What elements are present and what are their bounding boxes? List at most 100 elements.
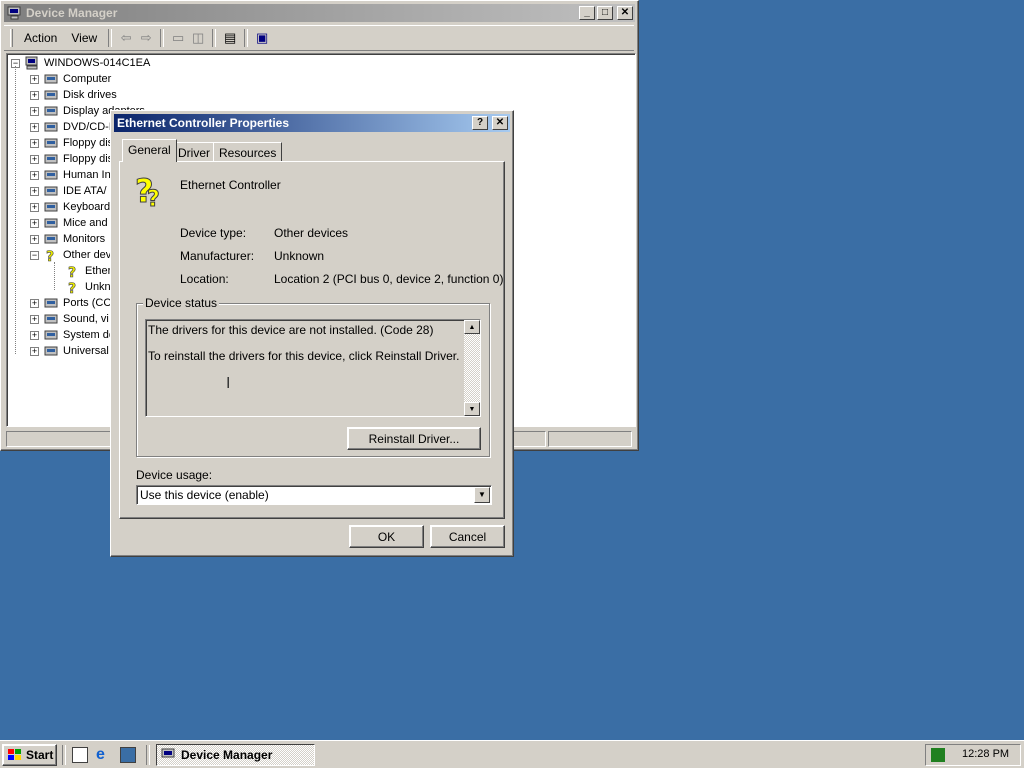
tree-item-label: Ports (CC xyxy=(63,297,112,309)
tree-item[interactable]: + Monitors xyxy=(30,231,105,247)
device-manager-icon xyxy=(161,748,175,758)
mouse-icon xyxy=(44,218,58,228)
device-manager-titlebar[interactable]: Device Manager _ □ ✕ xyxy=(4,4,635,22)
show-hide-tree-icon[interactable]: ◫ xyxy=(188,28,208,48)
system-device-icon xyxy=(44,330,58,340)
quick-launch-desktop-icon[interactable] xyxy=(72,747,88,763)
tree-item-label: Disk drives xyxy=(63,89,117,101)
device-status-textbox[interactable]: The drivers for this device are not inst… xyxy=(145,319,481,417)
dialog-titlebar[interactable]: Ethernet Controller Properties ? ✕ xyxy=(114,114,510,132)
expand-icon[interactable]: + xyxy=(30,234,39,244)
tree-item-label: Universal xyxy=(63,345,109,357)
expand-icon[interactable]: + xyxy=(30,170,39,180)
device-usage-select[interactable]: Use this device (enable) ▼ xyxy=(136,485,492,505)
svg-text:?: ? xyxy=(68,281,76,294)
expand-icon[interactable]: + xyxy=(30,218,39,228)
tree-child-item[interactable]: ? Ether xyxy=(65,263,112,279)
folder-up-icon[interactable]: ▭ xyxy=(168,28,188,48)
tree-item[interactable]: + DVD/CD-R xyxy=(30,119,117,135)
properties-dialog[interactable]: Ethernet Controller Properties ? ✕ Gener… xyxy=(110,110,514,557)
expand-icon[interactable]: + xyxy=(30,106,39,116)
quick-launch-outlook-icon[interactable] xyxy=(120,747,136,763)
expand-icon[interactable]: + xyxy=(30,90,39,100)
usb-icon xyxy=(44,346,58,356)
tree-item[interactable]: + Floppy dis xyxy=(30,151,113,167)
port-icon xyxy=(44,298,58,308)
expand-icon[interactable]: + xyxy=(30,186,39,196)
tree-item-label: Floppy dis xyxy=(63,137,114,149)
dialog-close-button[interactable]: ✕ xyxy=(492,116,508,130)
expand-icon[interactable]: + xyxy=(30,346,39,356)
status-line-1: The drivers for this device are not inst… xyxy=(148,323,434,337)
tree-item-label: Sound, vi xyxy=(63,313,109,325)
tab-driver-label: Driver xyxy=(178,146,210,160)
menu-action[interactable]: Action xyxy=(17,29,64,47)
tree-item[interactable]: + Universal xyxy=(30,343,109,359)
tree-item[interactable]: + Disk drives xyxy=(30,87,117,103)
tree-item[interactable]: + Sound, vi xyxy=(30,311,109,327)
tree-item-label: Human In xyxy=(63,169,111,181)
tree-item-label: Keyboard xyxy=(63,201,111,213)
device-manager-toolbar: Action View ⇦ ⇨ ▭ ◫ ▤ ▣ xyxy=(4,25,634,51)
tab-resources-label: Resources xyxy=(219,146,277,160)
help-button[interactable]: ? xyxy=(472,116,488,130)
network-tray-icon[interactable] xyxy=(931,748,945,762)
scroll-up-button[interactable]: ▲ xyxy=(464,320,480,334)
cancel-button[interactable]: Cancel xyxy=(430,525,505,548)
ide-icon xyxy=(44,186,58,196)
windows-logo-icon xyxy=(8,749,21,760)
start-button[interactable]: Start xyxy=(2,744,57,766)
computer-icon xyxy=(44,74,58,84)
tree-item[interactable]: + Computer xyxy=(30,71,111,87)
svg-text:?: ? xyxy=(46,249,54,262)
expand-icon[interactable]: + xyxy=(30,314,39,324)
maximize-button[interactable]: □ xyxy=(597,6,613,20)
tree-item[interactable]: + System de xyxy=(30,327,115,343)
status-scrollbar[interactable]: ▲ ▼ xyxy=(464,320,480,416)
tree-item-label: Floppy dis xyxy=(63,153,114,165)
tree-item[interactable]: + IDE ATA/ xyxy=(30,183,107,199)
unknown-device-icon: ? ? xyxy=(135,172,161,208)
ok-button[interactable]: OK xyxy=(349,525,424,548)
tree-item-label: System de xyxy=(63,329,115,341)
tab-resources[interactable]: Resources xyxy=(213,142,283,162)
expand-icon[interactable]: + xyxy=(30,74,39,84)
menu-view[interactable]: View xyxy=(64,29,104,47)
sound-icon xyxy=(44,314,58,324)
collapse-icon[interactable]: − xyxy=(30,250,39,260)
scroll-down-button[interactable]: ▼ xyxy=(464,402,480,416)
quick-launch-ie-icon[interactable]: e xyxy=(96,746,105,764)
scan-hardware-icon[interactable]: ▣ xyxy=(252,28,272,48)
forward-arrow-icon[interactable]: ⇨ xyxy=(136,28,156,48)
unknown-device-icon: ? xyxy=(46,249,55,262)
floppy-drive-icon xyxy=(44,154,58,164)
device-usage-label: Device usage: xyxy=(136,468,213,482)
expand-icon[interactable]: + xyxy=(30,330,39,340)
tree-item[interactable]: + Human In xyxy=(30,167,111,183)
properties-icon[interactable]: ▤ xyxy=(220,28,240,48)
expand-icon[interactable]: + xyxy=(30,202,39,212)
taskbar: Start e Device Manager 12:28 PM xyxy=(0,740,1024,768)
dropdown-button[interactable]: ▼ xyxy=(474,487,490,503)
tree-item[interactable]: + Keyboard xyxy=(30,199,110,215)
computer-icon xyxy=(25,56,38,70)
tab-general[interactable]: General xyxy=(122,139,177,162)
tab-page-general: ? ? Ethernet Controller Device type: Oth… xyxy=(119,161,505,519)
expand-icon[interactable]: + xyxy=(30,138,39,148)
cancel-label: Cancel xyxy=(448,529,487,544)
expand-icon[interactable]: + xyxy=(30,122,39,132)
minimize-button[interactable]: _ xyxy=(579,6,595,20)
expand-icon[interactable]: + xyxy=(30,298,39,308)
reinstall-driver-button[interactable]: Reinstall Driver... xyxy=(347,427,481,450)
expand-icon[interactable]: + xyxy=(30,154,39,164)
tree-item[interactable]: + Ports (CC xyxy=(30,295,111,311)
tree-item[interactable]: −? Other dev xyxy=(30,247,111,263)
tab-driver[interactable]: Driver xyxy=(172,142,216,162)
tree-item[interactable]: + Floppy dis xyxy=(30,135,113,151)
device-manager-title: Device Manager xyxy=(26,6,118,20)
taskbar-task-device-manager[interactable]: Device Manager xyxy=(156,744,315,766)
back-arrow-icon[interactable]: ⇦ xyxy=(116,28,136,48)
close-button[interactable]: ✕ xyxy=(617,6,633,20)
tree-item[interactable]: + Mice and xyxy=(30,215,108,231)
tree-root[interactable]: − WINDOWS-014C1EA xyxy=(11,55,150,71)
